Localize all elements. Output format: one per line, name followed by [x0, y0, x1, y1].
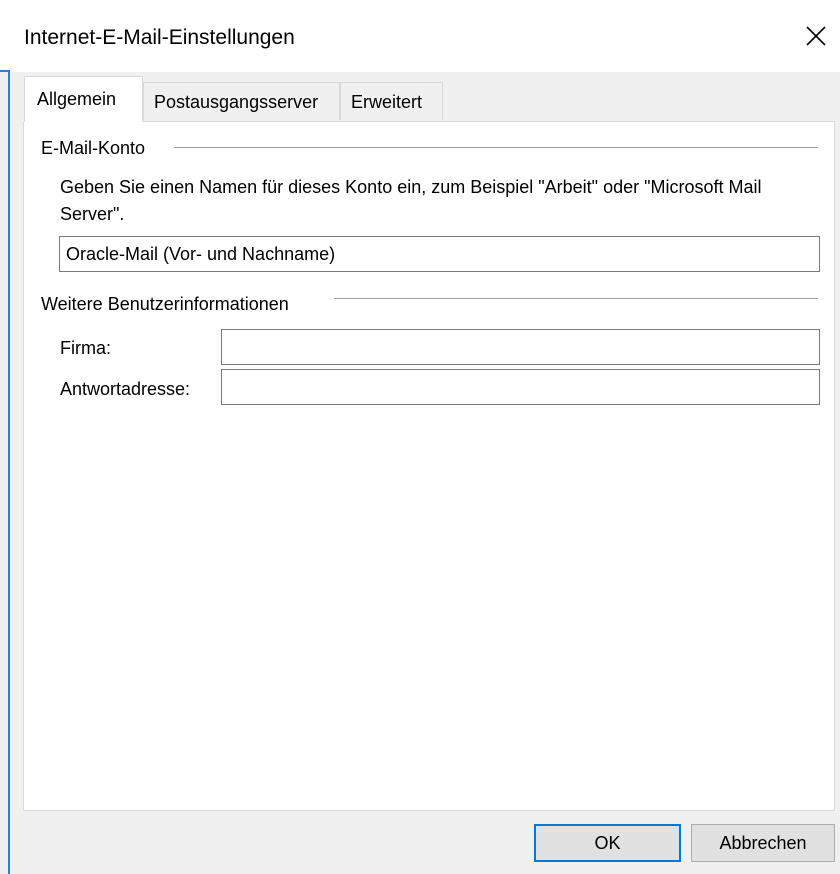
cancel-button[interactable]: Abbrechen: [691, 824, 835, 862]
reply-address-label: Antwortadresse:: [60, 379, 191, 399]
group-label-user-info: Weitere Benutzerinformationen: [41, 292, 297, 316]
reply-address-input[interactable]: [221, 369, 820, 405]
group-divider: [334, 298, 818, 299]
tab-label: Erweitert: [351, 92, 423, 112]
tab-allgemein[interactable]: Allgemein: [24, 76, 143, 122]
group-divider: [174, 147, 818, 148]
ok-button[interactable]: OK: [534, 824, 681, 862]
tab-erweitert[interactable]: Erweitert: [340, 82, 443, 120]
close-icon: [806, 26, 826, 46]
title-bar: Internet-E-Mail-Einstellungen: [0, 0, 840, 72]
company-input[interactable]: [221, 329, 820, 365]
tab-label: Postausgangsserver: [154, 92, 319, 112]
company-label: Firma:: [60, 338, 111, 358]
tab-panel-allgemein: E-Mail-Konto Geben Sie einen Namen für d…: [23, 121, 835, 811]
window-edge: [8, 70, 10, 874]
dialog-title: Internet-E-Mail-Einstellungen: [24, 26, 295, 49]
tab-label: Allgemein: [37, 89, 117, 109]
tab-postausgangsserver[interactable]: Postausgangsserver: [143, 82, 340, 120]
close-button[interactable]: [794, 10, 840, 60]
account-name-input[interactable]: [59, 236, 820, 272]
dialog-window: Internet-E-Mail-Einstellungen Allgemein …: [0, 0, 840, 874]
group-label-email-account: E-Mail-Konto: [41, 136, 154, 160]
account-name-description: Geben Sie einen Namen für dieses Konto e…: [60, 177, 762, 224]
